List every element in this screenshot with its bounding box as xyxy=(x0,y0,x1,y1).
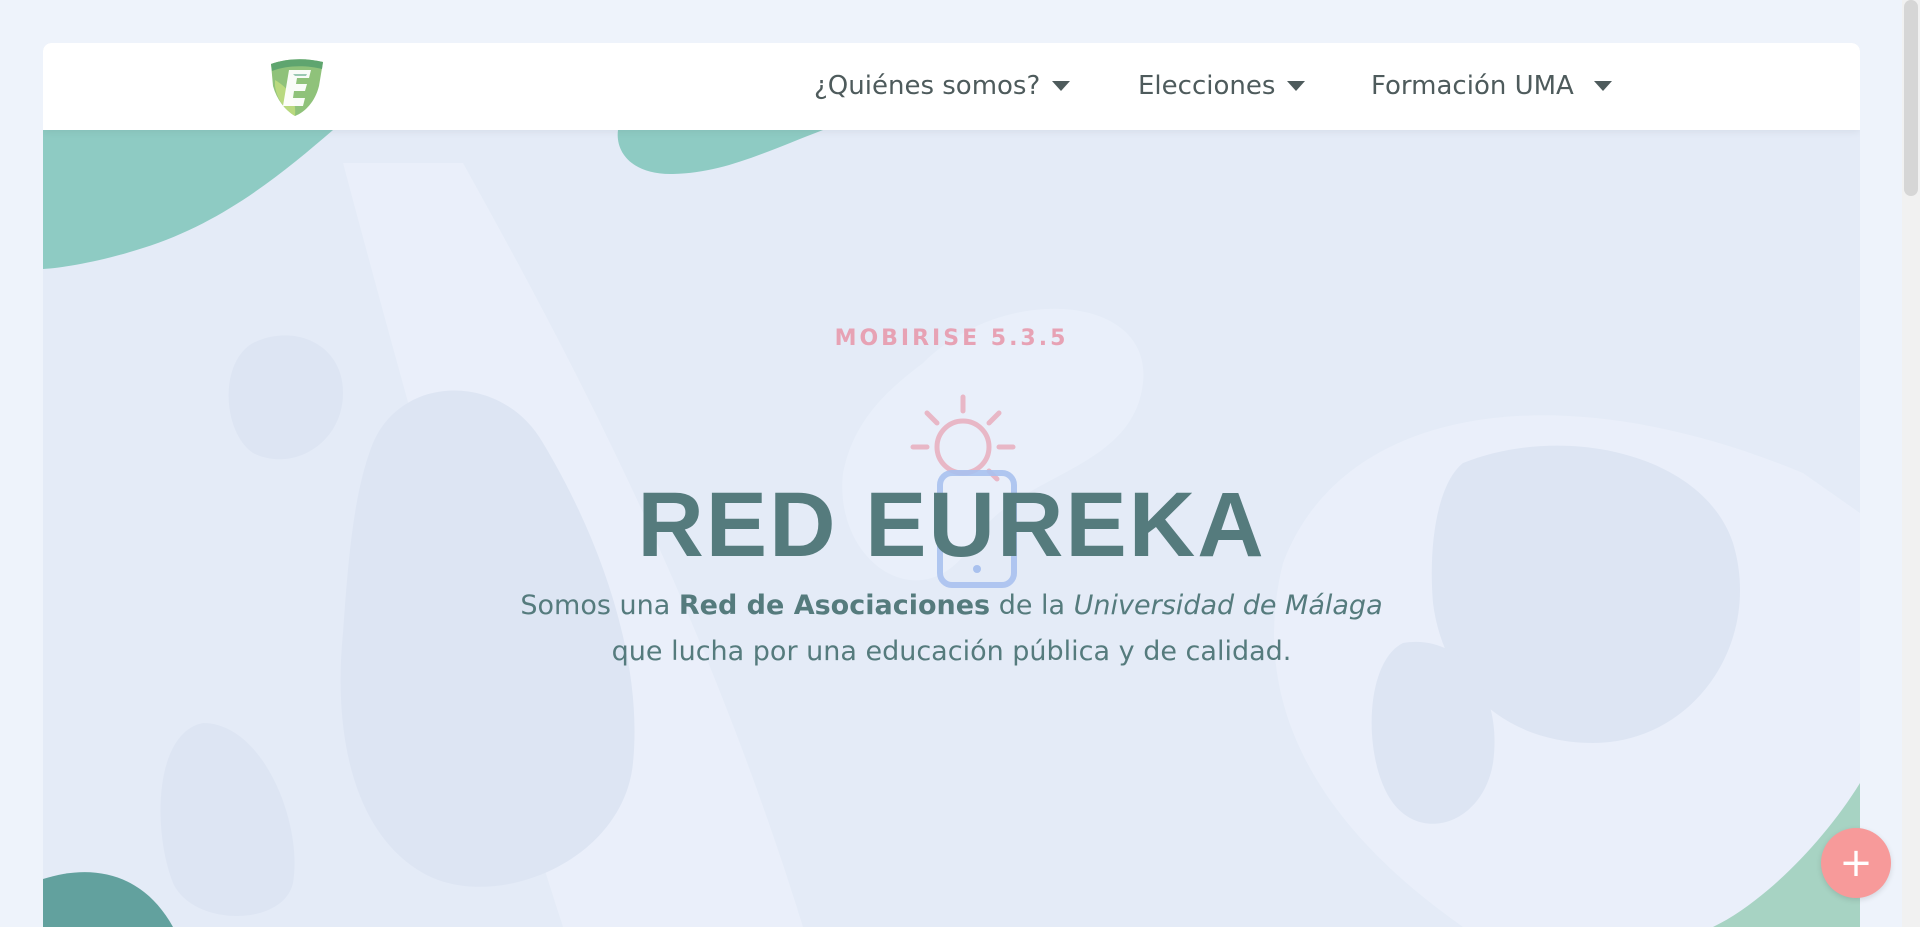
subtitle-text: de la xyxy=(990,590,1074,621)
hero-subtitle-line-1: Somos una Red de Asociaciones de la Univ… xyxy=(43,583,1860,629)
hero-title: RED EUREKA xyxy=(637,474,1266,576)
page-frame: ¿Quiénes somos? Elecciones Formación UMA… xyxy=(43,43,1860,927)
nav-item-quienes-somos[interactable]: ¿Quiénes somos? xyxy=(814,70,1071,102)
eureka-shield-logo-icon[interactable] xyxy=(267,56,327,118)
nav-item-formacion-uma[interactable]: Formación UMA xyxy=(1371,70,1612,102)
caret-down-icon xyxy=(1287,81,1306,91)
subtitle-text: Somos una xyxy=(520,590,679,621)
hero-subtitle: Somos una Red de Asociaciones de la Univ… xyxy=(43,583,1860,675)
nav-item-label: ¿Quiénes somos? xyxy=(814,71,1041,101)
nav-item-label: Elecciones xyxy=(1138,71,1276,101)
subtitle-bold: Red de Asociaciones xyxy=(678,590,991,621)
nav-item-elecciones[interactable]: Elecciones xyxy=(1138,70,1306,102)
nav-item-label: Formación UMA xyxy=(1371,71,1574,101)
caret-down-icon xyxy=(1593,81,1612,91)
caret-down-icon xyxy=(1052,81,1071,91)
scrollbar-thumb[interactable] xyxy=(1904,0,1918,196)
subtitle-italic: Universidad de Málaga xyxy=(1073,590,1383,621)
navbar: ¿Quiénes somos? Elecciones Formación UMA xyxy=(43,43,1860,130)
hero-section: MOBIRISE 5.3.5 RED EUREKA Somos una Red … xyxy=(43,130,1860,927)
hero-tagline: MOBIRISE 5.3.5 xyxy=(834,326,1069,351)
add-fab-button[interactable]: + xyxy=(1821,828,1891,898)
plus-icon: + xyxy=(1839,840,1873,886)
hero-subtitle-line-2: que lucha por una educación pública y de… xyxy=(611,636,1292,667)
